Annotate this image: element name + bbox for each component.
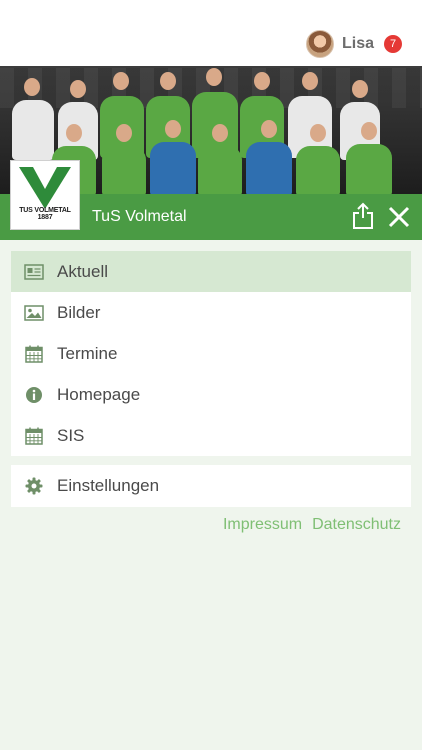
menu-item-label: Homepage (57, 384, 141, 404)
menu-item-label: Bilder (57, 302, 101, 322)
player-head (24, 78, 40, 96)
avatar[interactable] (305, 30, 334, 58)
menu-item-label: SIS (57, 425, 85, 445)
newspaper-icon (24, 262, 44, 282)
player (296, 146, 340, 194)
player (150, 142, 196, 194)
menu-item-termine[interactable]: Termine (11, 333, 411, 374)
club-logo: TUS VOLMETAL 1887 (10, 160, 80, 230)
gear-icon (24, 476, 44, 496)
player-head (70, 80, 86, 98)
notification-badge[interactable]: 7 (384, 35, 402, 53)
club-logo-mark-inner (33, 167, 57, 189)
player-head (254, 72, 270, 90)
player-head (206, 68, 222, 86)
player-head (160, 72, 176, 90)
player (346, 144, 392, 194)
calendar-icon (24, 426, 44, 446)
club-logo-text: TUS VOLMETAL 1887 (19, 207, 71, 221)
menu-item-label: Aktuell (57, 261, 109, 281)
player-head (361, 122, 377, 140)
footer-links: Impressum Datenschutz (223, 516, 401, 534)
player (12, 100, 54, 160)
user-menu[interactable]: Lisa 7 (305, 30, 402, 58)
player-head (352, 80, 368, 98)
menu-item-homepage[interactable]: Homepage (11, 374, 411, 415)
close-icon (388, 206, 410, 228)
menu-item-einstellungen[interactable]: Einstellungen (11, 465, 411, 507)
close-button[interactable] (386, 204, 412, 230)
image-icon (24, 303, 44, 323)
impressum-link[interactable]: Impressum (223, 516, 302, 534)
player-head (302, 72, 318, 90)
menu-item-label: Termine (57, 343, 118, 363)
player-head (116, 124, 132, 142)
info-icon (24, 385, 44, 405)
player-head (113, 72, 129, 90)
menu-item-sis[interactable]: SIS (11, 415, 411, 456)
player (246, 142, 292, 194)
menu-item-aktuell[interactable]: Aktuell (11, 251, 411, 292)
settings-label: Einstellungen (57, 476, 160, 495)
club-name: TuS Volmetal (92, 208, 187, 225)
calendar-icon (24, 344, 44, 364)
top-bar: Lisa 7 (0, 0, 422, 66)
player (102, 146, 146, 194)
datenschutz-link[interactable]: Datenschutz (312, 516, 401, 534)
menu-item-bilder[interactable]: Bilder (11, 292, 411, 333)
user-name[interactable]: Lisa (342, 35, 374, 53)
player-head (212, 124, 228, 142)
share-icon (353, 202, 373, 229)
share-button[interactable] (350, 202, 376, 230)
nav-menu: Aktuell Bilder Termine Homepage SIS (11, 251, 411, 456)
player (198, 146, 242, 194)
player-head (165, 120, 181, 138)
player-head (66, 124, 82, 142)
player-head (310, 124, 326, 142)
player-head (261, 120, 277, 138)
